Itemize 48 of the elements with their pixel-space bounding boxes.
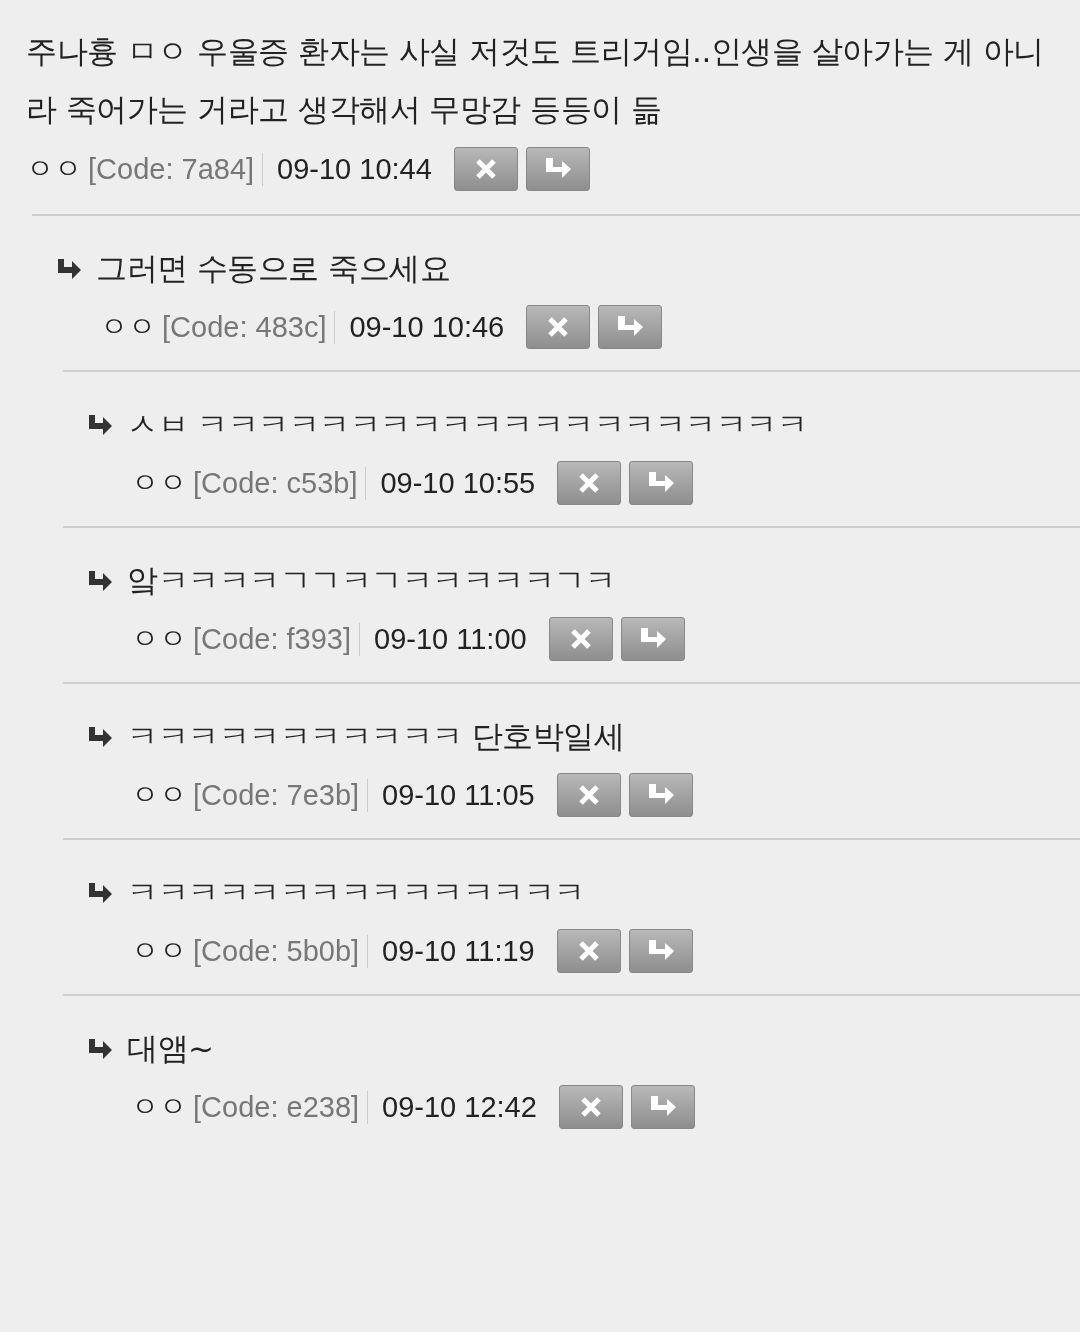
reply-arrow-icon [87, 413, 113, 437]
reply-arrow-icon [87, 569, 113, 593]
timestamp: 09-10 11:00 [374, 622, 527, 656]
reply-button[interactable] [628, 773, 693, 817]
reply-button[interactable] [525, 147, 590, 191]
timestamp: 09-10 11:05 [382, 778, 535, 812]
reply-text: ㅋㅋㅋㅋㅋㅋㅋㅋㅋㅋㅋ 단호박일세 [127, 717, 625, 756]
user-code: [Code: e238] [193, 1090, 369, 1124]
timestamp: 09-10 11:19 [382, 934, 535, 968]
user-code: [Code: 7e3b] [193, 778, 369, 812]
reply-arrow-icon [56, 257, 82, 281]
reply-arrow-icon [87, 881, 113, 905]
author-name: ㅇㅇ [131, 777, 187, 813]
reply-text: 대앰~ [127, 1029, 214, 1068]
author-name: ㅇㅇ [100, 309, 156, 345]
delete-button[interactable] [556, 929, 621, 973]
delete-button[interactable] [526, 305, 591, 349]
user-code: [Code: c53b] [193, 466, 367, 500]
delete-button[interactable] [453, 147, 518, 191]
reply-text: ㅋㅋㅋㅋㅋㅋㅋㅋㅋㅋㅋㅋㅋㅋㅋ [127, 873, 585, 912]
reply-text: ㅅㅂ ㅋㅋㅋㅋㅋㅋㅋㅋㅋㅋㅋㅋㅋㅋㅋㅋㅋㅋㅋㅋ [127, 405, 808, 444]
delete-button[interactable] [556, 773, 621, 817]
timestamp: 09-10 10:55 [380, 466, 536, 500]
reply-button[interactable] [620, 617, 685, 661]
user-code: [Code: 483c] [162, 310, 336, 344]
user-code: [Code: 7a84] [88, 152, 264, 186]
reply-text: 앜ㅋㅋㅋㅋㄱㄱㅋㄱㅋㅋㅋㅋㅋㄱㅋ [127, 561, 615, 600]
reply-button[interactable] [629, 461, 694, 505]
timestamp: 09-10 12:42 [382, 1090, 537, 1124]
delete-button[interactable] [557, 461, 622, 505]
user-code: [Code: f393] [193, 622, 360, 656]
timestamp: 09-10 10:46 [349, 310, 505, 344]
author-name: ㅇㅇ [131, 1089, 187, 1125]
comment-text: 주나흉 ㅁㅇ 우울증 환자는 사실 저것도 트리거임..인생을 살아가는 게 아니라 죽어가는 거라고 생각해서 무망감 등등이 듦 [26, 32, 1045, 129]
delete-button[interactable] [558, 1085, 623, 1129]
author-name: ㅇㅇ [131, 933, 187, 969]
reply-button[interactable] [598, 305, 663, 349]
author-name: ㅇㅇ [131, 621, 187, 657]
reply-button[interactable] [628, 929, 693, 973]
timestamp: 09-10 10:44 [277, 152, 432, 186]
author-name: ㅇㅇ [26, 151, 82, 187]
reply-arrow-icon [87, 1037, 113, 1061]
reply-button[interactable] [630, 1085, 695, 1129]
delete-button[interactable] [548, 617, 613, 661]
reply-arrow-icon [87, 725, 113, 749]
user-code: [Code: 5b0b] [193, 934, 369, 968]
reply-text: 그러면 수동으로 죽으세요 [96, 249, 451, 288]
author-name: ㅇㅇ [131, 465, 187, 501]
